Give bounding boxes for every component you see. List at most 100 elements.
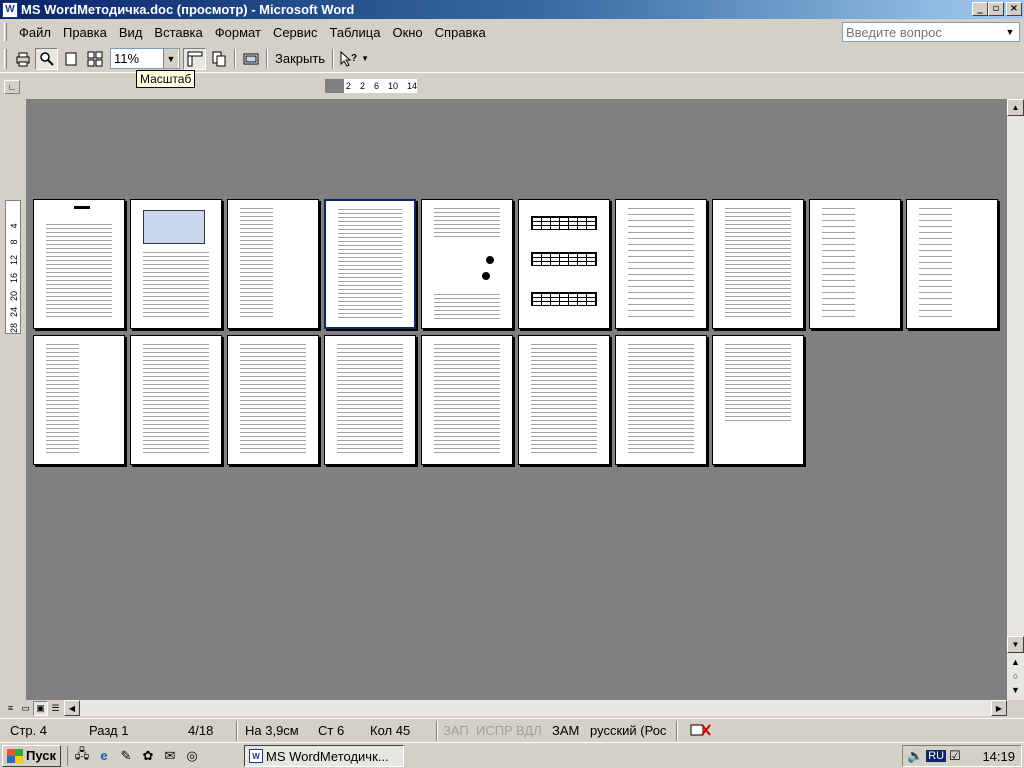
page-thumbnail-current[interactable]: [324, 199, 416, 329]
page-thumbnail[interactable]: [518, 335, 610, 465]
status-column: Кол 45: [370, 723, 411, 738]
ruler-tick: 4: [9, 223, 19, 229]
network-icon[interactable]: 🖧: [72, 746, 92, 766]
horizontal-scrollbar[interactable]: ◀ ▶: [64, 700, 1007, 716]
taskbar-word-window[interactable]: W MS WordМетодичк...: [244, 745, 404, 767]
scroll-up-arrow-icon[interactable]: ▲: [1007, 99, 1024, 116]
page-thumbnail[interactable]: [712, 199, 804, 329]
page-text: [240, 344, 306, 456]
ruler-tick: 28: [9, 323, 19, 334]
menu-tools[interactable]: Сервис: [267, 23, 324, 42]
page-thumbnail[interactable]: [130, 199, 222, 329]
scroll-down-arrow-icon[interactable]: ▼: [1007, 636, 1024, 653]
minimize-button[interactable]: _: [972, 2, 988, 16]
horizontal-ruler[interactable]: 2 2 6 10 14: [325, 79, 417, 93]
print-button[interactable]: [11, 48, 34, 70]
menu-insert[interactable]: Вставка: [148, 23, 208, 42]
document-area[interactable]: [26, 99, 1007, 700]
toolbar-grip[interactable]: [4, 48, 7, 69]
status-extend[interactable]: ВДЛ: [516, 723, 542, 738]
app-icon[interactable]: ✉: [160, 746, 180, 766]
outline-view-icon[interactable]: ☰: [48, 701, 63, 716]
tab-selector[interactable]: ∟: [4, 80, 20, 94]
menu-view[interactable]: Вид: [113, 23, 149, 42]
title-bar[interactable]: W MS WordМетодичка.doc (просмотр) - Micr…: [0, 0, 1024, 19]
scroll-left-arrow-icon[interactable]: ◀: [64, 700, 80, 716]
page-thumbnail[interactable]: [906, 199, 998, 329]
menu-edit[interactable]: Правка: [57, 23, 113, 42]
status-rec[interactable]: ЗАП: [443, 723, 469, 738]
page-text: [434, 294, 500, 320]
context-help-button[interactable]: ?: [337, 48, 360, 70]
normal-view-icon[interactable]: ≡: [3, 701, 18, 716]
menu-grip[interactable]: [4, 23, 7, 41]
page-thumbnail[interactable]: [324, 335, 416, 465]
language-indicator[interactable]: RU: [926, 750, 947, 762]
view-ruler-button[interactable]: [183, 47, 206, 70]
ruler-tick: 2: [359, 81, 365, 91]
spelling-status-icon[interactable]: [690, 723, 712, 740]
app-icon[interactable]: ◎: [182, 746, 202, 766]
one-page-button[interactable]: [59, 48, 82, 70]
page-thumbnail[interactable]: [33, 335, 125, 465]
zoom-input[interactable]: [111, 51, 163, 66]
one-page-icon: [65, 52, 76, 65]
status-language[interactable]: русский (Рос: [590, 723, 666, 738]
shrink-to-fit-button[interactable]: [207, 48, 230, 70]
close-button[interactable]: ×: [1006, 2, 1022, 16]
status-overtype[interactable]: ЗАМ: [552, 723, 579, 738]
clock[interactable]: 14:19: [982, 749, 1015, 764]
magnifier-button[interactable]: [35, 47, 58, 70]
ruler-tick: 8: [9, 239, 19, 245]
status-section: Разд 1: [89, 723, 129, 738]
status-position: На 3,9см: [245, 723, 299, 738]
menu-file[interactable]: Файл: [13, 23, 57, 42]
full-screen-button[interactable]: [239, 48, 262, 70]
page-thumbnail[interactable]: [227, 335, 319, 465]
page-thumbnail[interactable]: [33, 199, 125, 329]
status-divider: [436, 721, 438, 741]
page-thumbnail[interactable]: [809, 199, 901, 329]
page-thumbnail[interactable]: [421, 335, 513, 465]
page-table: [531, 292, 597, 306]
page-thumbnail[interactable]: [227, 199, 319, 329]
menu-help[interactable]: Справка: [429, 23, 492, 42]
chevron-down-icon[interactable]: ▼: [163, 49, 178, 68]
word-icon[interactable]: W: [2, 1, 18, 18]
page-text: [628, 344, 694, 456]
page-thumbnail[interactable]: [130, 335, 222, 465]
menu-table[interactable]: Таблица: [323, 23, 386, 42]
volume-icon[interactable]: 🔈: [907, 748, 923, 764]
help-question-input[interactable]: [843, 23, 1003, 41]
chevron-down-icon[interactable]: ▼: [1003, 27, 1017, 37]
internet-explorer-icon[interactable]: e: [94, 746, 114, 766]
vertical-ruler[interactable]: 4 8 12 16 20 24 28: [5, 200, 21, 334]
maximize-button[interactable]: ▫: [988, 2, 1004, 16]
scroll-right-arrow-icon[interactable]: ▶: [991, 700, 1007, 716]
page-thumbnail[interactable]: [518, 199, 610, 329]
next-page-icon[interactable]: ▼: [1007, 681, 1024, 698]
print-preview-toolbar: ▼ Закрыть ? ▼: [0, 45, 1024, 73]
page-text: [143, 344, 209, 456]
page-figure: [486, 256, 494, 264]
start-button[interactable]: Пуск: [2, 744, 61, 767]
web-layout-view-icon[interactable]: ▭: [18, 701, 33, 716]
close-preview-button[interactable]: Закрыть: [271, 48, 329, 70]
page-text: [46, 344, 79, 456]
print-layout-view-icon[interactable]: ▣: [33, 700, 48, 716]
app-icon[interactable]: ✿: [138, 746, 158, 766]
toolbar-options-chevron-icon[interactable]: ▼: [361, 54, 369, 63]
ruler-tick: 12: [9, 255, 19, 266]
tray-app-icon[interactable]: ☑: [949, 748, 961, 764]
status-track-changes[interactable]: ИСПР: [476, 723, 513, 738]
menu-window[interactable]: Окно: [386, 23, 428, 42]
menu-format[interactable]: Формат: [209, 23, 267, 42]
page-thumbnail[interactable]: [615, 199, 707, 329]
vertical-scrollbar[interactable]: ▲ ▼ ▲ ○ ▼: [1007, 99, 1024, 700]
page-thumbnail[interactable]: [421, 199, 513, 329]
page-thumbnail[interactable]: [615, 335, 707, 465]
page-table: [531, 216, 597, 230]
multiple-pages-button[interactable]: [83, 48, 106, 70]
notepad-icon[interactable]: ✎: [116, 746, 136, 766]
page-thumbnail[interactable]: [712, 335, 804, 465]
